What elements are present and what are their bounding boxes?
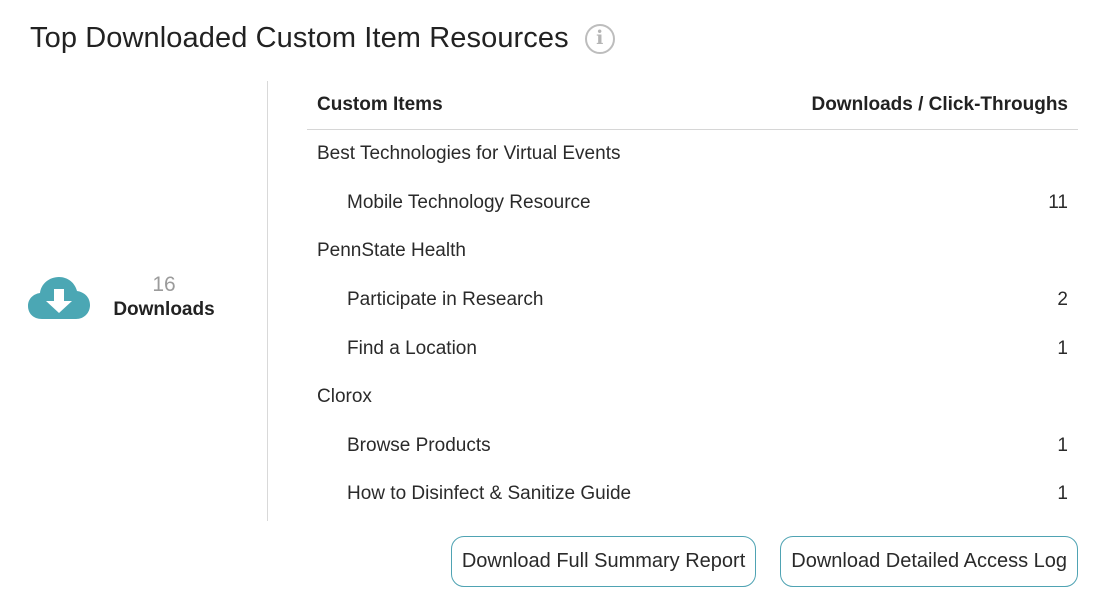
- downloads-summary: 16 Downloads: [28, 272, 218, 322]
- group-name: Best Technologies for Virtual Events: [317, 143, 621, 165]
- table-row: Find a Location 1: [307, 324, 1078, 373]
- action-buttons: Download Full Summary Report Download De…: [450, 536, 1078, 587]
- column-header-custom-items: Custom Items: [317, 94, 443, 115]
- item-name: Mobile Technology Resource: [347, 191, 591, 213]
- item-name: Participate in Research: [347, 289, 544, 311]
- item-name: Find a Location: [347, 337, 477, 359]
- table-row: How to Disinfect & Sanitize Guide 1: [307, 470, 1078, 519]
- group-name: Clorox: [317, 386, 372, 408]
- table-group-row: PennState Health: [307, 227, 1078, 276]
- download-access-log-button[interactable]: Download Detailed Access Log: [780, 536, 1078, 587]
- group-name: PennState Health: [317, 240, 466, 262]
- download-count: 11: [1048, 191, 1068, 213]
- table-row: Participate in Research 2: [307, 276, 1078, 325]
- download-count: 2: [1057, 289, 1068, 311]
- download-count: 1: [1057, 337, 1068, 359]
- page-title: Top Downloaded Custom Item Resources: [30, 22, 569, 54]
- vertical-divider: [267, 81, 268, 521]
- item-name: Browse Products: [347, 434, 491, 456]
- table-group-row: Best Technologies for Virtual Events: [307, 130, 1078, 179]
- table-body: Best Technologies for Virtual Events Mobi…: [307, 130, 1078, 519]
- download-count: 1: [1057, 483, 1068, 505]
- custom-items-table: Custom Items Downloads / Click-Throughs …: [307, 81, 1078, 519]
- cloud-download-icon: [28, 277, 90, 319]
- column-header-downloads: Downloads / Click-Throughs: [811, 94, 1068, 115]
- title-row: Top Downloaded Custom Item Resources i: [30, 22, 615, 55]
- table-row: Browse Products 1: [307, 422, 1078, 471]
- info-icon[interactable]: i: [584, 23, 615, 54]
- download-count: 1: [1057, 434, 1068, 456]
- table-header: Custom Items Downloads / Click-Throughs: [307, 81, 1078, 130]
- downloads-count: 16: [152, 273, 176, 296]
- item-name: How to Disinfect & Sanitize Guide: [347, 483, 632, 505]
- report-panel: Top Downloaded Custom Item Resources i 1…: [0, 0, 1102, 597]
- table-row: Mobile Technology Resource 11: [307, 179, 1078, 228]
- download-summary-report-button[interactable]: Download Full Summary Report: [450, 536, 757, 587]
- downloads-label: Downloads: [113, 299, 215, 320]
- table-group-row: Clorox: [307, 373, 1078, 422]
